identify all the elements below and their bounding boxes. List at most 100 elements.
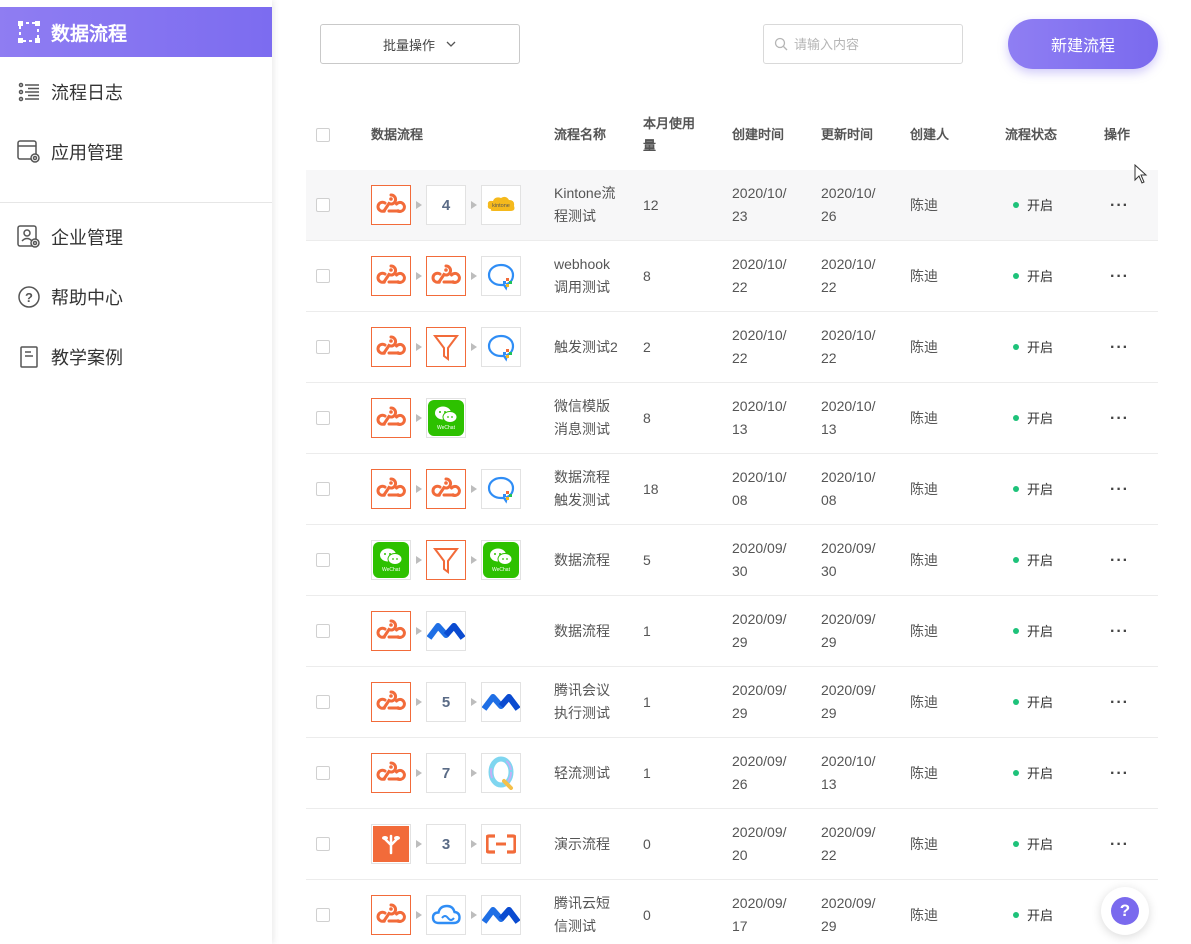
row-checkbox[interactable] (316, 809, 330, 879)
status-dot-icon (1013, 344, 1019, 350)
more-actions-button[interactable]: ··· (1110, 312, 1129, 382)
wechat-icon: WeChat (371, 540, 411, 580)
flow-name[interactable]: 数据流程 (554, 525, 634, 595)
table-row[interactable]: WeChat 微信模版 消息测试 8 2020/10/ 13 2020/10/ … (306, 383, 1158, 454)
creator: 陈迪 (910, 338, 938, 355)
table-row[interactable]: 触发测试2 2 2020/10/ 22 2020/10/ 22 陈迪 开启 ··… (306, 312, 1158, 383)
sidebar-item-label: 帮助中心 (51, 288, 123, 308)
sidebar-item-enterprise-management[interactable]: 企业管理 (0, 212, 272, 262)
flow-name[interactable]: 腾讯会议 执行测试 (554, 667, 634, 737)
more-actions-button[interactable]: ··· (1110, 667, 1129, 737)
more-actions-button[interactable]: ··· (1110, 383, 1129, 453)
created-time-line1: 2020/10/ (732, 469, 787, 485)
svg-text:?: ? (25, 290, 33, 305)
chat-icon (481, 256, 521, 296)
created-time: 2020/09/ 20 (732, 809, 787, 879)
flow-arrow-icon (416, 769, 422, 777)
monthly-usage: 0 (643, 906, 651, 923)
flow-name[interactable]: 数据流程 触发测试 (554, 454, 634, 524)
row-checkbox[interactable] (316, 312, 330, 382)
status-badge: 开启 (1013, 312, 1053, 382)
sidebar-item-label: 企业管理 (51, 228, 123, 248)
status-dot-icon (1013, 770, 1019, 776)
flow-nodes (371, 596, 466, 666)
status-badge: 开启 (1013, 738, 1053, 808)
webhook-icon (371, 469, 411, 509)
row-checkbox[interactable] (316, 596, 330, 666)
table-row[interactable]: 4 kintone Kintone流 程测试 12 2020/10/ 23 202… (306, 170, 1158, 241)
batch-operations-dropdown[interactable]: 批量操作 (320, 24, 520, 64)
flow-name-line2: 触发测试 (554, 492, 610, 508)
row-checkbox[interactable] (316, 454, 330, 524)
created-time-line1: 2020/09/ (732, 753, 787, 769)
more-actions-button[interactable]: ··· (1110, 738, 1129, 808)
table-row[interactable]: 数据流程 触发测试 18 2020/10/ 08 2020/10/ 08 陈迪 … (306, 454, 1158, 525)
flow-name[interactable]: webhook 调用测试 (554, 241, 634, 311)
step-count-node: 7 (426, 753, 466, 793)
flow-name[interactable]: 数据流程 (554, 596, 634, 666)
table-row[interactable]: webhook 调用测试 8 2020/10/ 22 2020/10/ 22 陈… (306, 241, 1158, 312)
flow-name-line2: 程测试 (554, 208, 596, 224)
table-row[interactable]: 腾讯云短 信测试 0 2020/09/ 17 2020/09/ 29 陈迪 开启… (306, 880, 1158, 944)
table-row[interactable]: 数据流程 1 2020/09/ 29 2020/09/ 29 陈迪 开启 ··· (306, 596, 1158, 667)
flow-name[interactable]: 腾讯云短 信测试 (554, 880, 634, 944)
more-actions-button[interactable]: ··· (1110, 454, 1129, 524)
row-checkbox[interactable] (316, 383, 330, 453)
more-actions-button[interactable]: ··· (1110, 596, 1129, 666)
webhook-icon (426, 469, 466, 509)
row-checkbox[interactable] (316, 667, 330, 737)
updated-time-line2: 13 (821, 776, 837, 792)
flow-name[interactable]: 演示流程 (554, 809, 634, 879)
svg-text:kintone: kintone (492, 203, 510, 209)
more-actions-button[interactable]: ··· (1110, 170, 1129, 240)
step-count-node: 3 (426, 824, 466, 864)
table-row[interactable]: 3 演示流程 0 2020/09/ 20 2020/09/ 22 陈迪 开启 ·… (306, 809, 1158, 880)
created-time: 2020/10/ 23 (732, 170, 787, 240)
new-flow-button[interactable]: 新建流程 (1008, 19, 1158, 69)
row-checkbox[interactable] (316, 525, 330, 595)
sidebar-item-app-management[interactable]: 应用管理 (0, 127, 272, 177)
status-label: 开启 (1027, 765, 1054, 781)
step-count-node: 5 (426, 682, 466, 722)
header-monthly-usage-line1: 本月使用 (643, 116, 696, 131)
table-row[interactable]: 7 轻流测试 1 2020/09/ 26 2020/10/ 13 陈迪 开启 ·… (306, 738, 1158, 809)
table-row[interactable]: 5 腾讯会议 执行测试 1 2020/09/ 29 2020/09/ 29 陈迪… (306, 667, 1158, 738)
creator: 陈迪 (910, 835, 938, 852)
updated-time: 2020/10/ 22 (821, 312, 876, 382)
status-label: 开启 (1027, 268, 1054, 284)
sidebar-item-flow-log[interactable]: 流程日志 (0, 67, 272, 117)
more-actions-button[interactable]: ··· (1110, 809, 1129, 879)
help-icon: ? (1111, 897, 1139, 925)
select-all-checkbox[interactable] (316, 100, 330, 170)
sidebar-item-help-center[interactable]: ? 帮助中心 (0, 272, 272, 322)
flow-name[interactable]: 微信模版 消息测试 (554, 383, 634, 453)
help-float-button[interactable]: ? (1101, 887, 1149, 935)
search-box[interactable] (763, 24, 963, 64)
row-checkbox[interactable] (316, 738, 330, 808)
more-icon: ··· (1110, 693, 1129, 711)
created-time: 2020/10/ 22 (732, 241, 787, 311)
flow-name[interactable]: Kintone流 程测试 (554, 170, 634, 240)
row-checkbox[interactable] (316, 880, 330, 944)
created-time-line2: 29 (732, 705, 748, 721)
flow-arrow-icon (471, 698, 477, 706)
status-label: 开启 (1027, 694, 1054, 710)
sidebar-item-tutorial-cases[interactable]: 教学案例 (0, 332, 272, 382)
created-time-line1: 2020/10/ (732, 398, 787, 414)
flow-arrow-icon (416, 698, 422, 706)
flow-name[interactable]: 轻流测试 (554, 738, 634, 808)
flow-name-line1: 腾讯云短 (554, 895, 610, 911)
flow-nodes: 7 (371, 738, 521, 808)
flow-name-line1: 触发测试2 (554, 338, 618, 355)
sidebar-item-data-flow[interactable]: 数据流程 (0, 7, 272, 57)
search-input[interactable] (794, 36, 954, 52)
created-time-line1: 2020/09/ (732, 895, 787, 911)
created-time-line1: 2020/10/ (732, 256, 787, 272)
more-actions-button[interactable]: ··· (1110, 241, 1129, 311)
flow-name[interactable]: 触发测试2 (554, 312, 634, 382)
row-checkbox[interactable] (316, 241, 330, 311)
row-checkbox[interactable] (316, 170, 330, 240)
sidebar-item-label: 教学案例 (51, 348, 123, 368)
table-row[interactable]: WeChat WeChat 数据流程 5 2020/09/ 30 2020/09/… (306, 525, 1158, 596)
more-actions-button[interactable]: ··· (1110, 525, 1129, 595)
